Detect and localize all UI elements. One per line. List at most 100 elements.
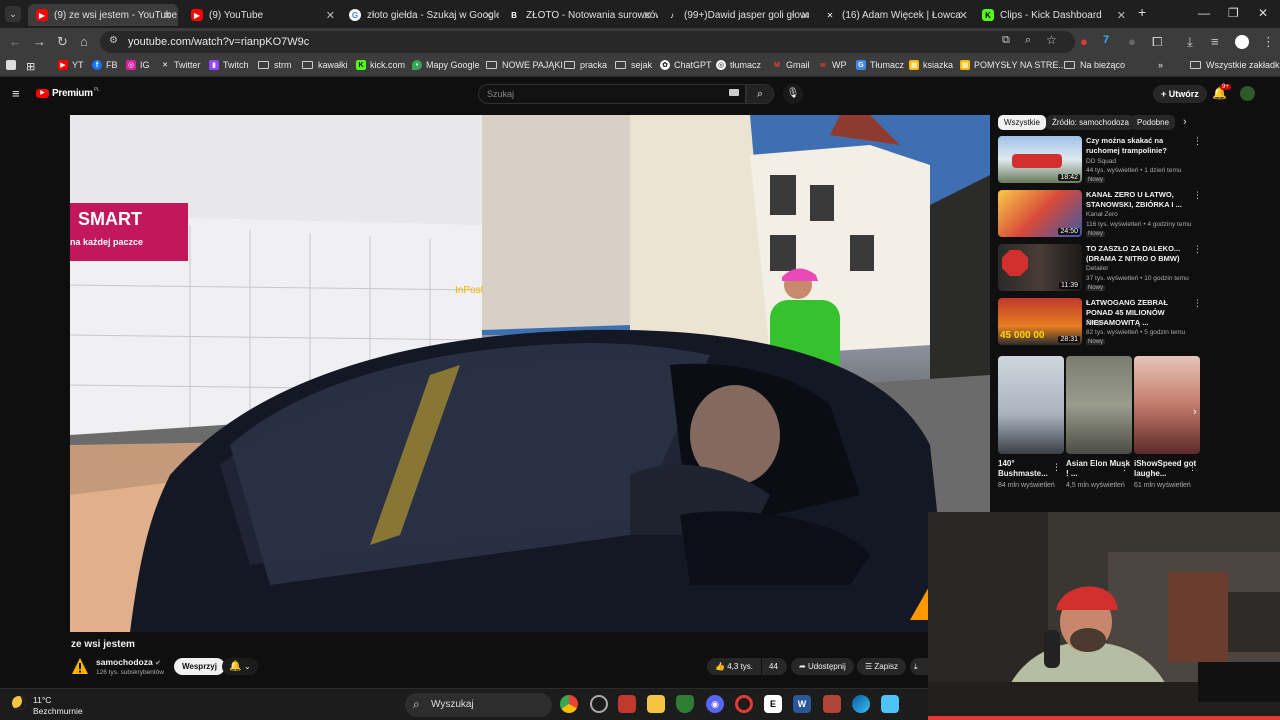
- zoom-icon[interactable]: ⌕: [1025, 34, 1031, 47]
- recommendation-item[interactable]: 11:39 TO ZASZŁO ZA DALEKO... (DRAMA Z NI…: [998, 244, 1202, 292]
- edge-icon[interactable]: [852, 695, 870, 713]
- more-options-icon[interactable]: ⋮: [1193, 190, 1202, 201]
- bookmark-ig[interactable]: ◎ IG: [126, 60, 150, 70]
- file-explorer-icon[interactable]: [647, 695, 665, 713]
- like-button[interactable]: 👍 4,3 tys.: [707, 658, 761, 675]
- bookmark-nowe-pajaki[interactable]: NOWE PAJĄKI: [486, 60, 563, 70]
- record-extension-icon[interactable]: ●: [1080, 34, 1088, 49]
- tab-tiktok[interactable]: ♪ (99+)Dawid jasper goli głowę ✕: [658, 4, 816, 26]
- chip-all[interactable]: Wszystkie: [998, 115, 1046, 130]
- close-icon[interactable]: ✕: [326, 9, 335, 22]
- hamburger-menu-icon[interactable]: ≡: [12, 86, 20, 101]
- all-bookmarks[interactable]: Wszystkie zakładki: [1190, 60, 1280, 70]
- opera-icon[interactable]: [735, 695, 753, 713]
- more-options-icon[interactable]: ⋮: [1193, 298, 1202, 309]
- apps-grid-icon[interactable]: ⊞: [26, 60, 35, 73]
- weather-moon-icon[interactable]: [12, 696, 26, 710]
- tab-search-icon[interactable]: [6, 60, 20, 70]
- url-text[interactable]: youtube.com/watch?v=rianpKO7W9c: [128, 36, 309, 48]
- subscription-bell-button[interactable]: 🔔 ⌄: [222, 658, 258, 675]
- bookmark-twitch[interactable]: ▮ Twitch: [209, 60, 249, 70]
- download-button[interactable]: ⤓: [910, 658, 928, 675]
- minimize-icon[interactable]: —: [1198, 6, 1210, 20]
- bookmark-gmail[interactable]: M Gmail: [772, 60, 809, 70]
- bookmark-wp[interactable]: w WP: [818, 60, 846, 70]
- bookmark-tlumacz-2[interactable]: G Tłumacz: [856, 60, 904, 70]
- shorts-next-chevron-icon[interactable]: ›: [1193, 406, 1197, 418]
- extension-moon-icon[interactable]: ●: [1128, 34, 1136, 49]
- bookmark-sejak[interactable]: sejak: [615, 60, 652, 70]
- recommendation-item[interactable]: 18:42 Czy można skakać na ruchomej tramp…: [998, 136, 1202, 184]
- tab-ze-wsi-jestem[interactable]: ▶ (9) ze wsi jestem - YouTube 🔊 ✕: [28, 4, 178, 26]
- window-close-icon[interactable]: ✕: [1258, 6, 1268, 20]
- discord-icon[interactable]: ◉: [706, 695, 724, 713]
- tab-youtube[interactable]: ▶ (9) YouTube ✕: [183, 4, 341, 26]
- word-icon[interactable]: W: [793, 695, 811, 713]
- bookmark-mapy[interactable]: • Mapy Google: [412, 60, 480, 70]
- more-options-icon[interactable]: ⋮: [1188, 462, 1197, 473]
- close-icon[interactable]: ✕: [484, 9, 493, 22]
- tab-kick-dashboard[interactable]: K Clips - Kick Dashboard ✕: [974, 4, 1132, 26]
- voice-search-button[interactable]: 🎙: [783, 84, 803, 104]
- shield-icon[interactable]: [676, 695, 694, 713]
- chip-similar[interactable]: Podobne: [1131, 115, 1176, 130]
- photo-app-icon[interactable]: [823, 695, 841, 713]
- app-icon[interactable]: [590, 695, 608, 713]
- create-button[interactable]: + Utwórz: [1153, 85, 1207, 103]
- notepad-icon[interactable]: [881, 695, 899, 713]
- more-options-icon[interactable]: ⋮: [1052, 462, 1061, 473]
- weather-description[interactable]: Bezchmurnie: [33, 706, 83, 716]
- bookmark-fb[interactable]: f FB: [92, 60, 118, 70]
- bookmark-yt[interactable]: ▶ YT: [58, 60, 84, 70]
- comments-button[interactable]: 44: [762, 658, 787, 675]
- tab-list-dropdown-icon[interactable]: ⌄: [5, 6, 21, 22]
- bookmark-star-icon[interactable]: ☆: [1046, 33, 1057, 47]
- share-button[interactable]: ➦ Udostępnij: [791, 658, 854, 675]
- home-icon[interactable]: ⌂: [80, 34, 88, 49]
- bookmark-chatgpt[interactable]: ✿ ChatGPT: [660, 60, 712, 70]
- new-tab-button[interactable]: +: [1138, 4, 1146, 20]
- bookmark-kawalki[interactable]: kawałki: [302, 60, 348, 70]
- reload-icon[interactable]: ↻: [57, 34, 68, 50]
- tab-x-adam-wiecek[interactable]: ✕ (16) Adam Więcek | Łowca ✕: [816, 4, 974, 26]
- more-options-icon[interactable]: ⋮: [1193, 136, 1202, 147]
- more-options-icon[interactable]: ⋮: [1193, 244, 1202, 255]
- reading-list-icon[interactable]: ≡: [1211, 34, 1219, 49]
- taskbar-search[interactable]: ⌕ Wyszukaj: [405, 693, 552, 717]
- search-button[interactable]: ⌕: [746, 84, 774, 104]
- bookmark-kick[interactable]: Kkick.com: [356, 60, 405, 70]
- bookmark-twitter[interactable]: ✕ Twitter: [160, 60, 200, 70]
- maximize-icon[interactable]: ❐: [1228, 6, 1239, 20]
- profile-avatar-icon[interactable]: [1235, 35, 1249, 49]
- tab-zloto-notowania[interactable]: B ZŁOTO - Notowania surowców ✕: [500, 4, 658, 26]
- support-button[interactable]: Wesprzyj: [174, 658, 225, 675]
- site-info-icon[interactable]: ⚙: [109, 35, 118, 46]
- extensions-puzzle-icon[interactable]: ⧠: [1152, 34, 1162, 50]
- menu-kebab-icon[interactable]: ⋮: [1262, 34, 1275, 50]
- recommendation-item[interactable]: 45 000 00 28:31 ŁATWOGANG ZEBRAŁ PONAD 4…: [998, 298, 1202, 346]
- download-icon[interactable]: ⤓: [1187, 34, 1193, 50]
- bookmark-ksiazka[interactable]: ▦ ksiazka: [909, 60, 953, 70]
- back-icon[interactable]: ←: [9, 34, 22, 49]
- forward-icon[interactable]: →: [33, 34, 46, 49]
- weather-temperature[interactable]: 11°C: [33, 695, 51, 705]
- close-icon[interactable]: ✕: [643, 9, 652, 22]
- more-bookmarks-chevron-icon[interactable]: »: [1158, 60, 1163, 70]
- chips-next-chevron-icon[interactable]: ›: [1183, 116, 1187, 128]
- cast-icon[interactable]: ⧉: [1002, 34, 1010, 47]
- channel-name[interactable]: samochodoza ✔: [96, 657, 161, 667]
- channel-avatar[interactable]: [71, 657, 89, 675]
- close-icon[interactable]: ✕: [1117, 9, 1126, 22]
- tab-google-search[interactable]: G złoto giełda - Szukaj w Google ✕: [341, 4, 499, 26]
- close-icon[interactable]: ✕: [163, 9, 172, 22]
- bookmark-tlumacz[interactable]: ◎ tłumacz: [716, 60, 761, 70]
- epic-games-icon[interactable]: E: [764, 695, 782, 713]
- windows-start-icon[interactable]: [381, 695, 398, 712]
- bookmark-pracka[interactable]: pracka: [564, 60, 607, 70]
- address-bar[interactable]: ⚙ youtube.com/watch?v=rianpKO7W9c ⧉ ⌕ ☆: [100, 31, 1075, 53]
- chip-source[interactable]: Źródło: samochodoza: [1046, 115, 1135, 130]
- youtube-logo[interactable]: ▶ Premium PL: [36, 87, 100, 99]
- recommendation-item[interactable]: 24:50 KANAŁ ZERO U ŁATWO, STANOWSKI, ZBI…: [998, 190, 1202, 238]
- search-input[interactable]: Szukaj: [478, 84, 746, 104]
- account-avatar[interactable]: [1240, 86, 1255, 101]
